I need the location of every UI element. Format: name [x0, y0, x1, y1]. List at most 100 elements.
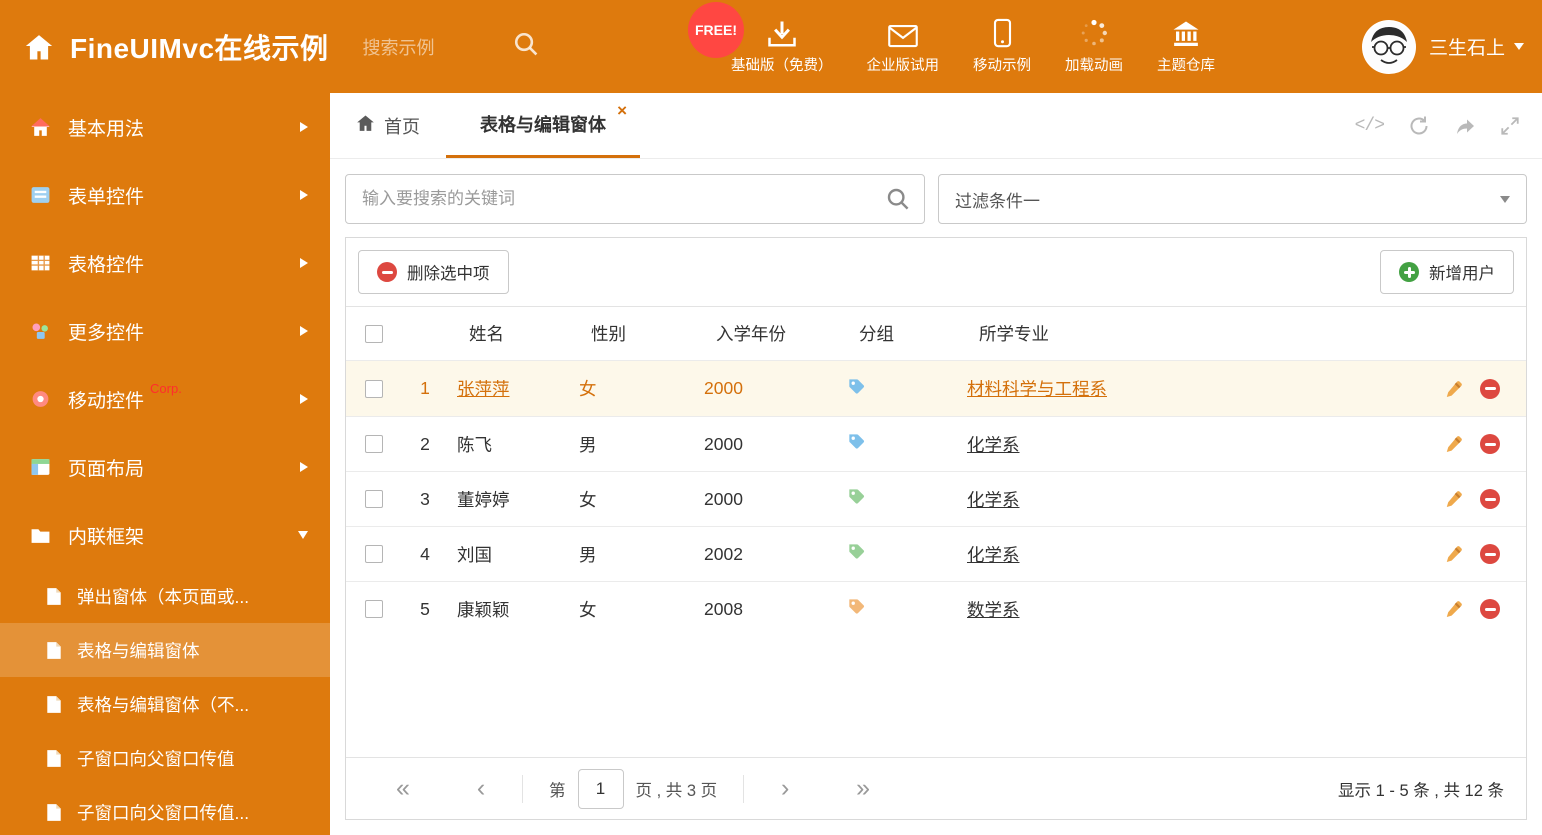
column-header-gender: 性别 — [591, 324, 626, 344]
major-link[interactable]: 数学系 — [967, 600, 1020, 620]
spinner-icon — [1079, 18, 1109, 48]
refresh-icon[interactable] — [1408, 115, 1430, 137]
sidebar-item-basic-usage[interactable]: 基本用法 — [0, 93, 330, 161]
sidebar-subitem-popup-window[interactable]: 弹出窗体（本页面或... — [0, 569, 330, 623]
tab-actions: </> — [1355, 93, 1542, 158]
delete-icon[interactable] — [1480, 489, 1500, 509]
nav-item-mobile-demo[interactable]: 移动示例 — [956, 0, 1048, 93]
header-user-area: 三生石上 — [1361, 0, 1524, 93]
student-name[interactable]: 张萍萍 — [457, 379, 510, 399]
gender-cell: 男 — [579, 434, 597, 455]
user-avatar[interactable] — [1361, 19, 1416, 74]
sidebar-subitem-child-to-parent[interactable]: 子窗口向父窗口传值 — [0, 731, 330, 785]
search-icon[interactable] — [886, 187, 910, 211]
last-page-button[interactable]: » — [848, 776, 878, 801]
nav-item-loading-animation[interactable]: 加载动画 — [1048, 0, 1140, 93]
expand-icon[interactable] — [1500, 116, 1520, 136]
major-link[interactable]: 材料科学与工程系 — [967, 379, 1107, 399]
first-page-button[interactable]: « — [388, 776, 418, 801]
record-summary: 显示 1 - 5 条 , 共 12 条 — [1338, 781, 1504, 800]
table-empty-area — [346, 636, 1526, 757]
sidebar-subitem-label: 子窗口向父窗口传值 — [77, 748, 235, 769]
sidebar-item-iframe[interactable]: 内联框架 — [0, 501, 330, 569]
sidebar-item-more-controls[interactable]: 更多控件 — [0, 297, 330, 365]
sidebar-item-grid-controls[interactable]: 表格控件 — [0, 229, 330, 297]
select-all-checkbox[interactable] — [364, 324, 383, 343]
tab-grid-edit-window[interactable]: 表格与编辑窗体 × — [446, 93, 640, 158]
gender-cell: 女 — [579, 599, 597, 620]
edit-icon[interactable] — [1444, 434, 1464, 454]
delete-selected-button[interactable]: 删除选中项 — [358, 250, 509, 294]
mobile-control-icon — [30, 389, 52, 409]
shapes-icon — [30, 321, 52, 341]
table-row[interactable]: 2 陈飞 男 2000 化学系 — [346, 416, 1526, 471]
nav-item-theme-repo[interactable]: 主题仓库 — [1140, 0, 1232, 93]
header-search-placeholder: 搜索示例 — [362, 37, 435, 58]
major-link[interactable]: 化学系 — [967, 545, 1020, 565]
close-icon[interactable]: × — [617, 102, 627, 119]
delete-icon[interactable] — [1480, 599, 1500, 619]
nav-item-enterprise-trial[interactable]: 企业版试用 — [850, 0, 957, 93]
row-number: 2 — [420, 433, 430, 454]
sidebar-item-page-layout[interactable]: 页面布局 — [0, 433, 330, 501]
home-logo-icon[interactable] — [24, 33, 54, 61]
file-icon — [46, 587, 64, 606]
prev-page-button[interactable]: ‹ — [466, 776, 496, 801]
tab-active-label: 表格与编辑窗体 — [480, 115, 606, 135]
tab-home[interactable]: 首页 — [330, 93, 446, 158]
sidebar-item-label: 基本用法 — [68, 118, 145, 140]
year-cell: 2000 — [704, 433, 743, 454]
delete-icon[interactable] — [1480, 544, 1500, 564]
search-icon — [513, 31, 539, 62]
share-icon[interactable] — [1454, 115, 1476, 137]
row-number: 1 — [420, 378, 430, 398]
student-name[interactable]: 刘国 — [457, 545, 492, 565]
group-tag-icon — [847, 377, 866, 396]
sidebar-subitem-grid-edit-window[interactable]: 表格与编辑窗体 — [0, 623, 330, 677]
student-name[interactable]: 董婷婷 — [457, 490, 510, 510]
add-user-button[interactable]: 新增用户 — [1380, 250, 1514, 294]
divider — [743, 774, 745, 803]
code-icon[interactable]: </> — [1355, 116, 1385, 136]
row-checkbox[interactable] — [364, 435, 383, 453]
table-row[interactable]: 4 刘国 男 2002 化学系 — [346, 526, 1526, 581]
divider — [522, 774, 523, 803]
gender-cell: 男 — [579, 544, 597, 565]
edit-icon[interactable] — [1444, 489, 1464, 509]
sidebar-subitem-grid-edit-window-2[interactable]: 表格与编辑窗体（不... — [0, 677, 330, 731]
pagination-bar: « ‹ 第 页 , 共 3 页 › » 显示 1 - 5 条 , 共 12 条 — [346, 757, 1526, 819]
student-name[interactable]: 康颖颖 — [457, 600, 510, 620]
sidebar-subitem-child-to-parent-2[interactable]: 子窗口向父窗口传值... — [0, 785, 330, 835]
user-menu[interactable]: 三生石上 — [1429, 33, 1524, 60]
keyword-search-input[interactable] — [346, 175, 924, 223]
delete-icon[interactable] — [1480, 434, 1500, 454]
row-checkbox[interactable] — [364, 379, 383, 398]
top-header: FineUIMvc在线示例 搜索示例 FREE! 基础版（免费） 企业版试用 移… — [0, 0, 1542, 93]
table-row[interactable]: 5 康颖颖 女 2008 数学系 — [346, 581, 1526, 636]
major-link[interactable]: 化学系 — [967, 490, 1020, 510]
table-row[interactable]: 3 董婷婷 女 2000 化学系 — [346, 471, 1526, 526]
filter-dropdown-value: 过滤条件一 — [955, 191, 1040, 211]
filter-dropdown[interactable]: 过滤条件一 — [938, 174, 1527, 224]
edit-icon[interactable] — [1444, 544, 1464, 564]
year-cell: 2000 — [704, 488, 743, 509]
grid-panel: 删除选中项 新增用户 姓名 性别 入学年份 分组 所学专业 1 张萍萍 女 20… — [345, 237, 1527, 820]
column-header-group: 分组 — [859, 324, 894, 344]
major-link[interactable]: 化学系 — [967, 435, 1020, 455]
row-checkbox[interactable] — [364, 490, 383, 508]
row-checkbox[interactable] — [364, 545, 383, 563]
sidebar-item-mobile-controls[interactable]: 移动控件 Corp. — [0, 365, 330, 433]
tab-home-label: 首页 — [384, 116, 420, 137]
next-page-button[interactable]: › — [770, 776, 800, 801]
delete-icon[interactable] — [1480, 378, 1500, 399]
edit-icon[interactable] — [1444, 599, 1464, 619]
table-row[interactable]: 1 张萍萍 女 2000 材料科学与工程系 — [346, 361, 1526, 416]
sidebar-item-form-controls[interactable]: 表单控件 — [0, 161, 330, 229]
file-icon — [46, 749, 64, 768]
row-checkbox[interactable] — [364, 600, 383, 618]
chevron-down-icon — [1500, 195, 1510, 203]
page-number-input[interactable] — [577, 768, 624, 809]
header-search[interactable]: 搜索示例 — [363, 31, 539, 62]
student-name[interactable]: 陈飞 — [457, 435, 492, 455]
edit-icon[interactable] — [1444, 379, 1464, 399]
